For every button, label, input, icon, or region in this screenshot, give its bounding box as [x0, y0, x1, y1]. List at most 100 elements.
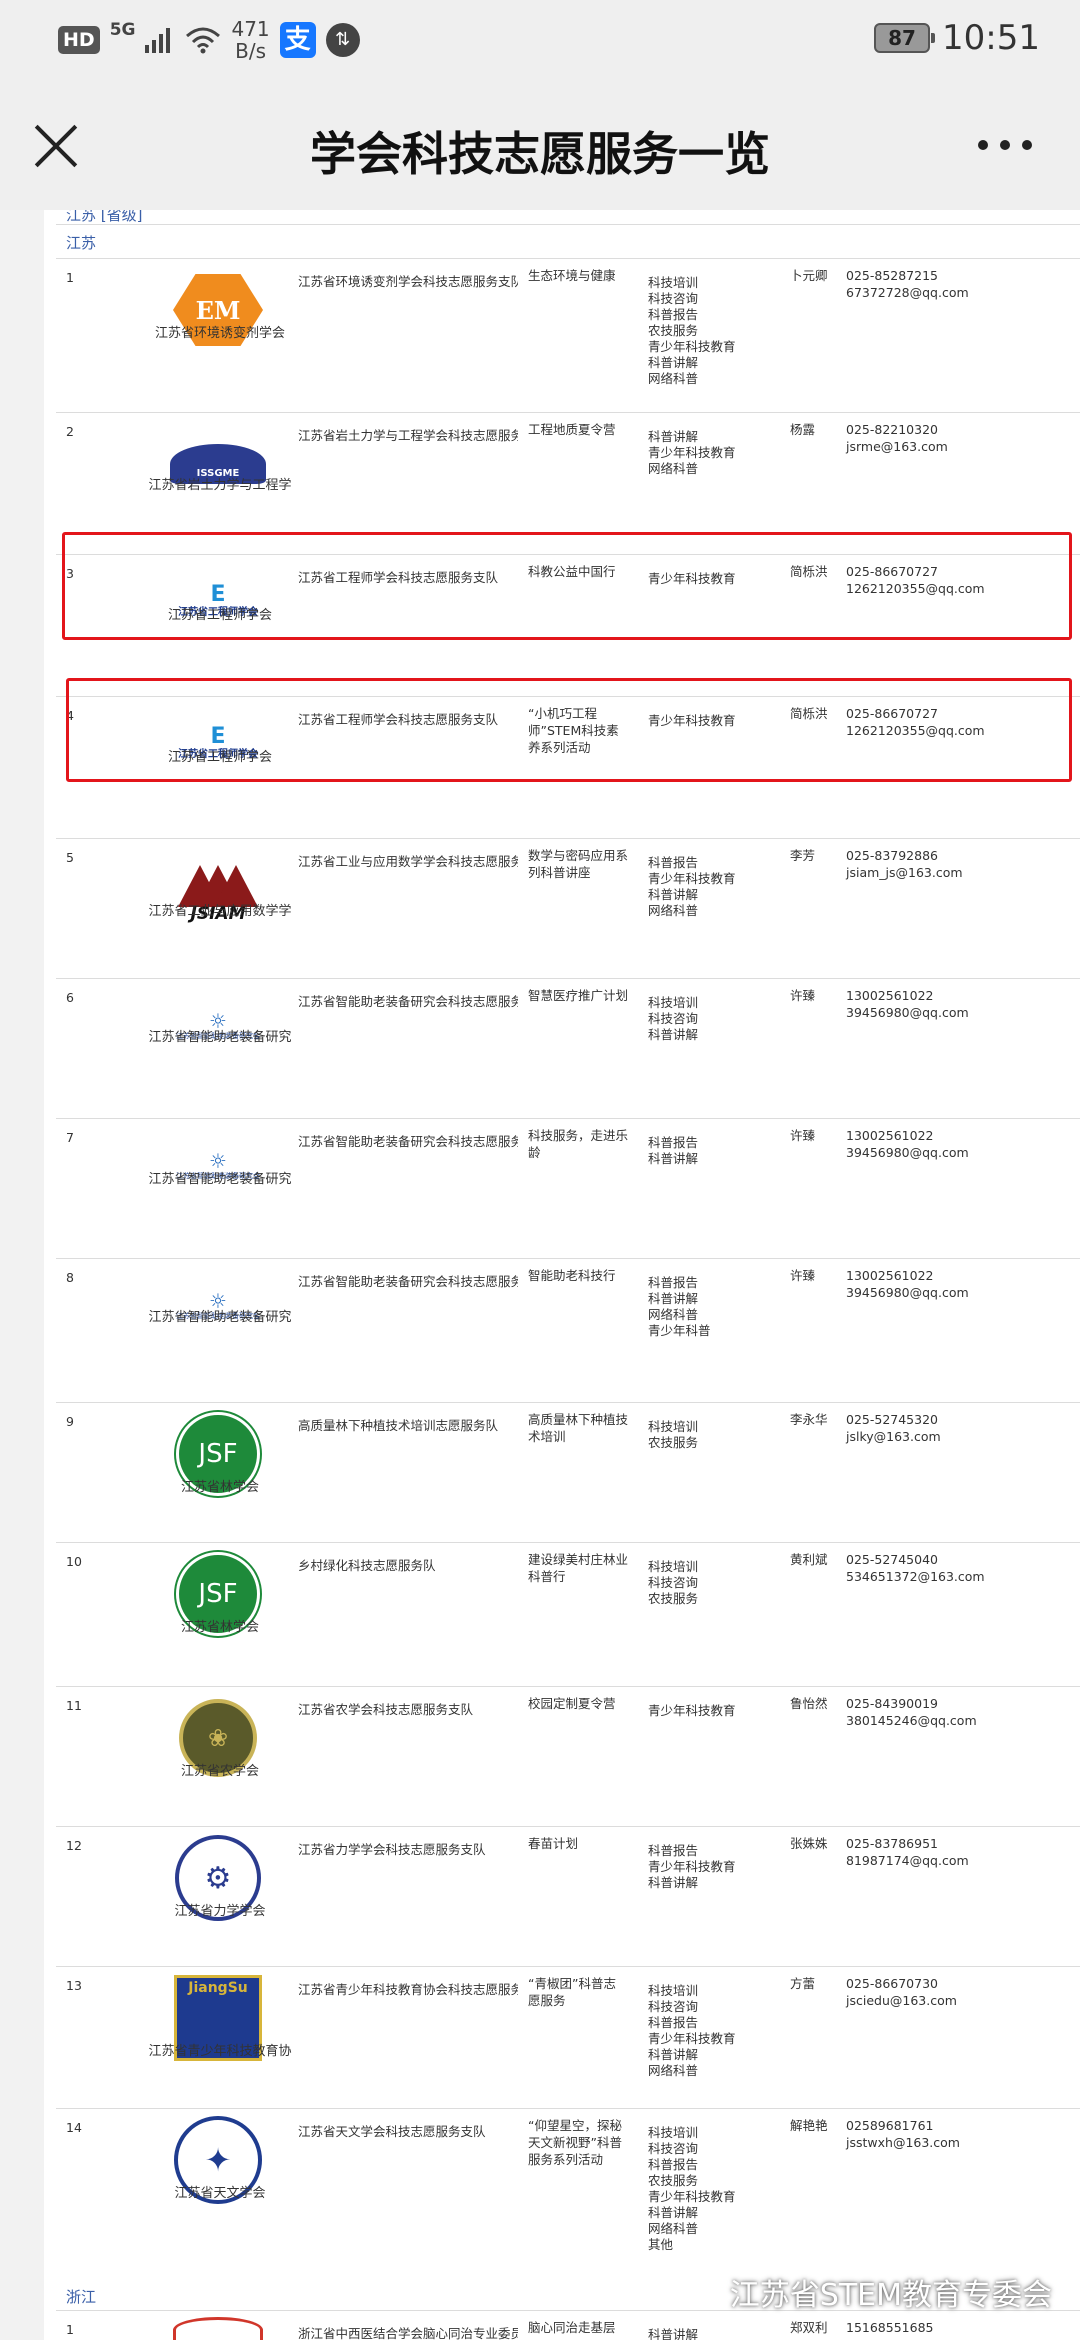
table-row[interactable]: 7 ☼ 江苏省智能助老装备研究会 江苏省智能助老装备研究 江苏省智能助老装备研究会科技志… — [56, 1118, 1080, 1258]
row-number: 1 — [66, 270, 74, 285]
contact-info: 02589681761 jsstwxh@163.com — [846, 2118, 960, 2150]
contact-person: 张姝姝 — [790, 1836, 828, 1851]
more-icon[interactable] — [978, 140, 1032, 150]
project-name: “青椒团”科普志愿服务 — [528, 1976, 616, 2008]
row-number: 10 — [66, 1554, 82, 1569]
team-name: 江苏省青少年科技教育协会科技志愿服务 — [298, 1982, 518, 1997]
contact-info: 13002561022 39456980@qq.com — [846, 1268, 969, 1300]
contact-info: 13002561022 39456980@qq.com — [846, 1128, 969, 1160]
row-number: 9 — [66, 1414, 74, 1429]
contact-info: 025-52745040 534651372@163.com — [846, 1552, 985, 1584]
row-number: 7 — [66, 1130, 74, 1145]
team-name: 江苏省工业与应用数学学会科技志愿服务队 — [298, 854, 518, 869]
table-row[interactable]: 6 ☼ 江苏省智能助老装备研究会 江苏省智能助老装备研究 江苏省智能助老装备研究会科技志… — [56, 978, 1080, 1118]
province-label: 江苏 — [66, 234, 97, 252]
contact-person: 杨露 — [790, 422, 816, 437]
table-row[interactable]: 13 JiangSu 江苏省青少年科技教育协 江苏省青少年科技教育协会科技志愿服务 “青… — [56, 1966, 1080, 2108]
table-header-cut: 江苏 [省级] — [66, 210, 143, 224]
service-types: 科技培训 科技咨询 科普报告 青少年科技教育 科普讲解 网络科普 — [648, 1983, 736, 2078]
row-number: 12 — [66, 1838, 82, 1853]
project-name: 生态环境与健康 — [528, 268, 616, 283]
org-name: 江苏省林学会 — [180, 1620, 259, 1635]
service-types: 科普讲解 青少年科技教育 网络科普 — [648, 429, 736, 476]
org-logo: ☼ 江苏省智能助老装备研究会 — [152, 1127, 284, 1213]
team-name: 江苏省农学会科技志愿服务支队 — [298, 1702, 474, 1717]
data-transfer-icon: ⇅ — [325, 23, 360, 57]
team-name: 高质量林下种植技术培训志愿服务队 — [298, 1418, 499, 1433]
project-name: “仰望星空，探秘天文新视野”科普服务系列活动 — [528, 2118, 622, 2167]
org-name: 江苏省青少年科技教育协 — [148, 2044, 292, 2059]
table-row[interactable]: 1 EM 江苏省环境诱变剂学会 江苏省环境诱变剂学会科技志愿服务支队 生态环境与健康 科技… — [56, 258, 1080, 412]
clock: 10:51 — [942, 18, 1040, 58]
contact-info: 025-83786951 81987174@qq.com — [846, 1836, 969, 1868]
service-types: 科技培训 科技咨询 科普讲解 — [648, 995, 699, 1042]
org-name: 江苏省天文学会 — [174, 2186, 266, 2201]
team-name: 浙江省中西医结合学会脑心同治专业委员 — [298, 2326, 518, 2340]
contact-person: 方蕾 — [790, 1976, 816, 1991]
wechat-icon — [687, 2278, 722, 2306]
table-row[interactable]: 14 ✦ 江苏省天文学会 江苏省天文学会科技志愿服务支队 “仰望星空，探秘天文新视野”科… — [56, 2108, 1080, 2274]
row-number: 6 — [66, 990, 74, 1005]
page-title: 学会科技志愿服务一览 — [310, 127, 770, 181]
service-types: 科技培训 科技咨询 科普报告 农技服务 青少年科技教育 科普讲解 网络科普 其他 — [648, 2125, 736, 2252]
table-row[interactable]: 9 JSF 江苏省林学会 高质量林下种植技术培训志愿服务队 高质量林下种植技术培训 科技培… — [56, 1402, 1080, 1542]
project-name: 工程地质夏令营 — [528, 422, 616, 437]
network-type: 5G — [109, 20, 136, 40]
service-types: 科普报告 科普讲解 — [648, 1135, 699, 1166]
battery-icon: 87 — [874, 23, 936, 53]
service-types: 科普报告 青少年科技教育 科普讲解 — [648, 1843, 736, 1890]
service-types: 科技培训 科技咨询 农技服务 — [648, 1559, 699, 1606]
status-bar: HD 5G 471 B/s 支 ⇅ 87 10:51 — [0, 0, 1080, 82]
org-logo — [152, 2315, 284, 2340]
service-types: 科技培训 科技咨询 科普报告 农技服务 青少年科技教育 科普讲解 网络科普 — [648, 275, 736, 386]
project-name: 建设绿美村庄林业科普行 — [528, 1552, 629, 1584]
project-name: 数学与密码应用系列科普讲座 — [528, 848, 629, 880]
row-number: 13 — [66, 1978, 82, 1993]
contact-info: 13002561022 39456980@qq.com — [846, 988, 969, 1020]
service-types: 科技培训 农技服务 — [648, 1419, 699, 1450]
org-name: 江苏省智能助老装备研究 — [148, 1030, 292, 1045]
contact-info: 025-82210320 jsrme@163.com — [846, 422, 948, 454]
contact-info: 025-86670730 jsciedu@163.com — [846, 1976, 957, 2008]
row-number: 2 — [66, 424, 74, 439]
team-name: 江苏省力学学会科技志愿服务支队 — [298, 1842, 486, 1857]
table-row[interactable]: 5 JSIAM 江苏省工业与应用数学学 江苏省工业与应用数学学会科技志愿服务队 数学与密… — [56, 838, 1080, 978]
project-name: 智能助老科技行 — [528, 1268, 616, 1283]
contact-person: 李永华 — [790, 1412, 828, 1427]
team-name: 江苏省天文学会科技志愿服务支队 — [298, 2124, 486, 2139]
project-name: 高质量林下种植技术培训 — [528, 1412, 629, 1444]
row-number: 14 — [66, 2120, 82, 2135]
project-name: 春苗计划 — [528, 1836, 579, 1851]
table-row[interactable]: 10 JSF 江苏省林学会 乡村绿化科技志愿服务队 建设绿美村庄林业科普行 科技培训 科技… — [56, 1542, 1080, 1686]
org-name: 江苏省林学会 — [180, 1480, 259, 1495]
row-number: 11 — [66, 1698, 82, 1713]
table-row[interactable]: 1 浙江省中西医结合学会脑心同治专业委员 脑心同治走基层 科普讲解 郑双利 1516855… — [56, 2310, 1080, 2340]
table-row[interactable]: 11 ❀ 江苏省农学会 江苏省农学会科技志愿服务支队 校园定制夏令营 青少年科技教育 鲁怡然… — [56, 1686, 1080, 1826]
project-name: 校园定制夏令营 — [528, 1696, 616, 1711]
service-types: 科普讲解 — [648, 2327, 699, 2340]
team-name: 江苏省智能助老装备研究会科技志愿服务队 — [298, 1134, 518, 1149]
divider — [56, 224, 1080, 225]
project-name: 科技服务，走进乐龄 — [528, 1128, 629, 1160]
alipay-icon: 支 — [279, 22, 316, 58]
contact-info: 025-85287215 67372728@qq.com — [846, 268, 969, 300]
volunteer-table[interactable]: 江苏 [省级] 江苏 1 EM 江苏省环境诱变剂学会 江苏省环境诱变剂学会科技志愿服务… — [44, 210, 1080, 2340]
org-name: 江苏省力学学会 — [174, 1904, 266, 1919]
project-name: 智慧医疗推广计划 — [528, 988, 629, 1003]
contact-info: 025-52745320 jslky@163.com — [846, 1412, 941, 1444]
contact-person: 解艳艳 — [790, 2118, 828, 2133]
team-name: 江苏省环境诱变剂学会科技志愿服务支队 — [298, 274, 518, 289]
team-name: 江苏省智能助老装备研究会科技志愿服务队 — [298, 1274, 518, 1289]
network-speed: 471 B/s — [231, 17, 270, 63]
contact-person: 郑双利 — [790, 2320, 828, 2335]
nav-bar: 学会科技志愿服务一览 — [0, 82, 1080, 210]
service-types: 青少年科技教育 — [648, 1703, 736, 1718]
org-name: 江苏省岩土力学与工程学 — [148, 478, 292, 493]
team-name: 乡村绿化科技志愿服务队 — [298, 1558, 436, 1573]
table-row[interactable]: 8 ☼ 江苏省智能助老装备研究会 江苏省智能助老装备研究 江苏省智能助老装备研究会科技志… — [56, 1258, 1080, 1402]
contact-person: 黄利斌 — [790, 1552, 828, 1567]
team-name: 江苏省智能助老装备研究会科技志愿服务队 — [298, 994, 518, 1009]
org-name: 江苏省工业与应用数学学 — [148, 904, 292, 919]
org-name: 江苏省智能助老装备研究 — [148, 1310, 292, 1325]
table-row[interactable]: 12 ⚙ 江苏省力学学会 江苏省力学学会科技志愿服务支队 春苗计划 科普报告 青少年科技教… — [56, 1826, 1080, 1966]
